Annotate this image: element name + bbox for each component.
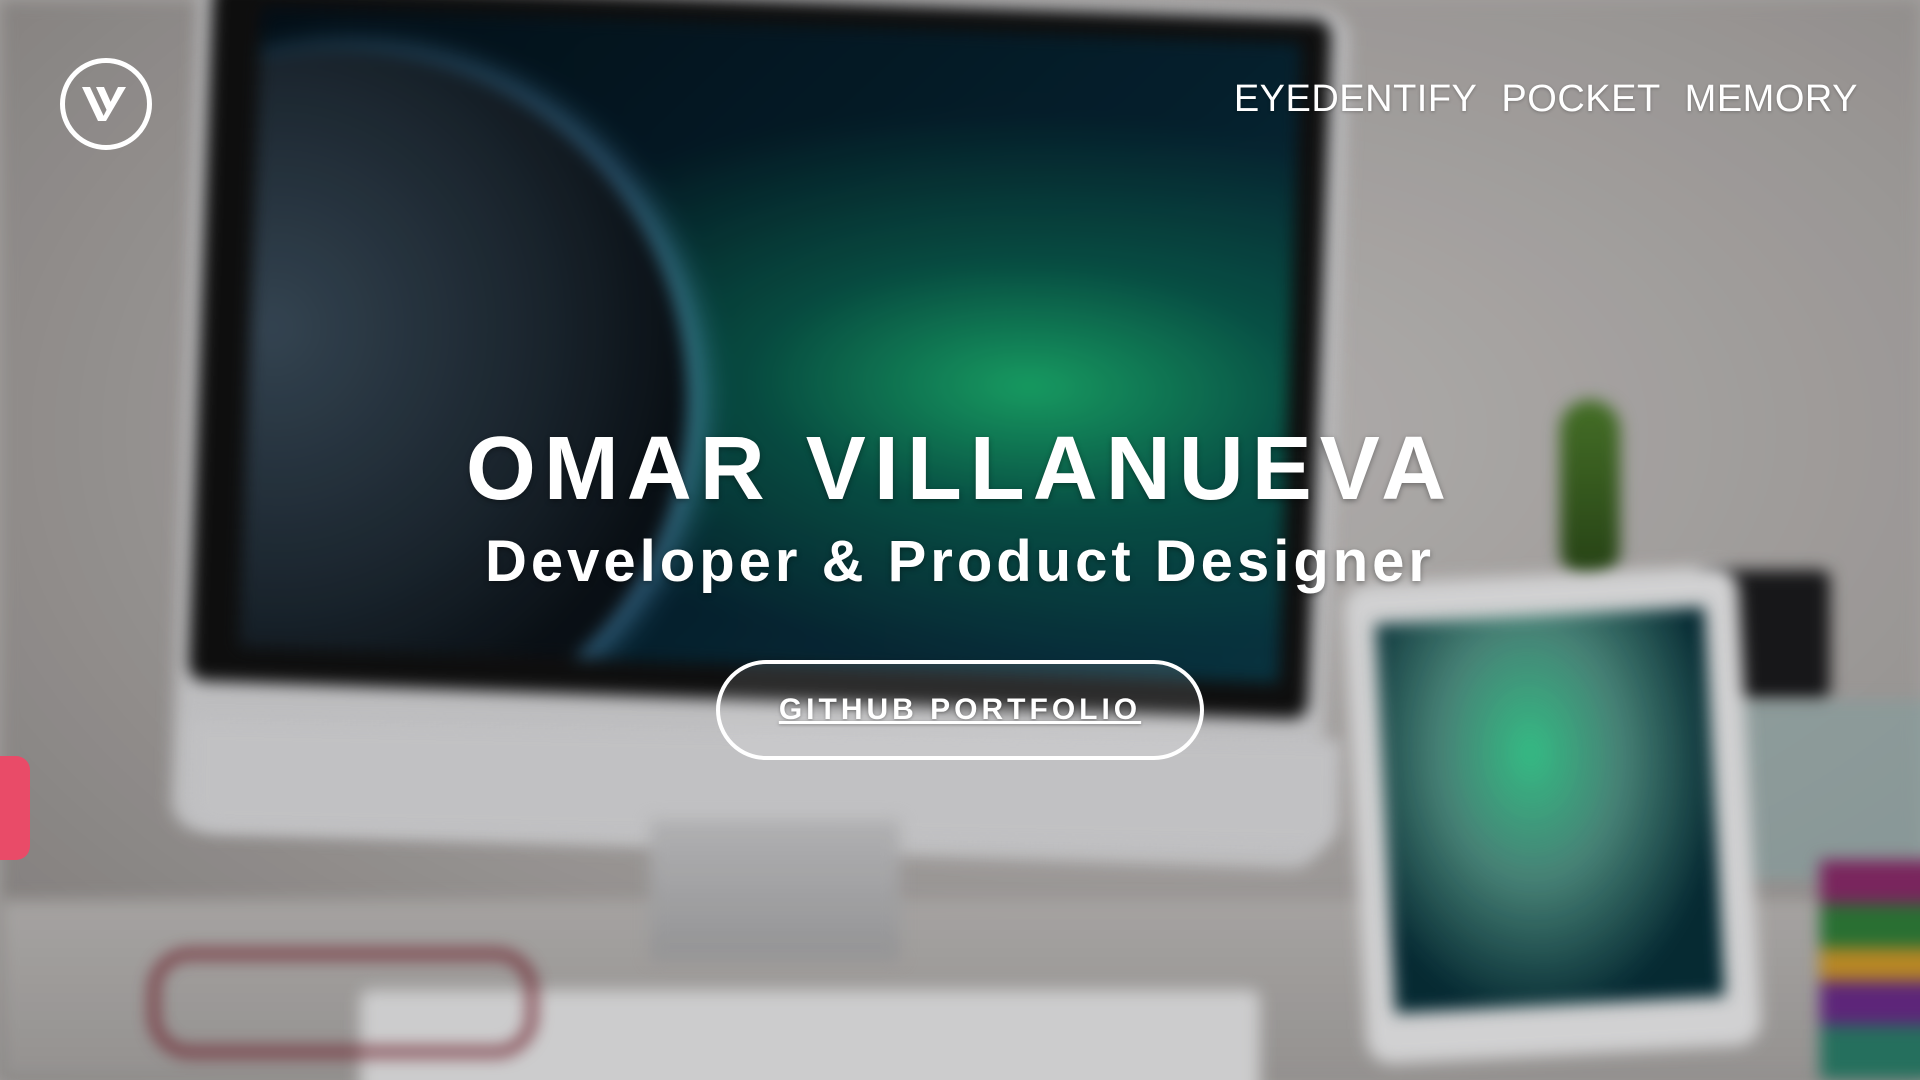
hero-subtitle: Developer & Product Designer [485, 529, 1435, 594]
side-feedback-tab[interactable] [0, 756, 30, 860]
villanueva-v-icon [82, 87, 126, 121]
nav-link-pocket[interactable]: POCKET [1501, 78, 1660, 121]
top-nav: EYEDENTIFY POCKET MEMORY [1234, 78, 1858, 121]
hero-title: OMAR VILLANUEVA [465, 419, 1455, 519]
logo-icon[interactable] [60, 58, 152, 150]
nav-link-eyedentify[interactable]: EYEDENTIFY [1234, 78, 1478, 121]
github-portfolio-button[interactable]: GITHUB PORTFOLIO [716, 660, 1204, 760]
nav-link-memory[interactable]: MEMORY [1685, 78, 1858, 121]
